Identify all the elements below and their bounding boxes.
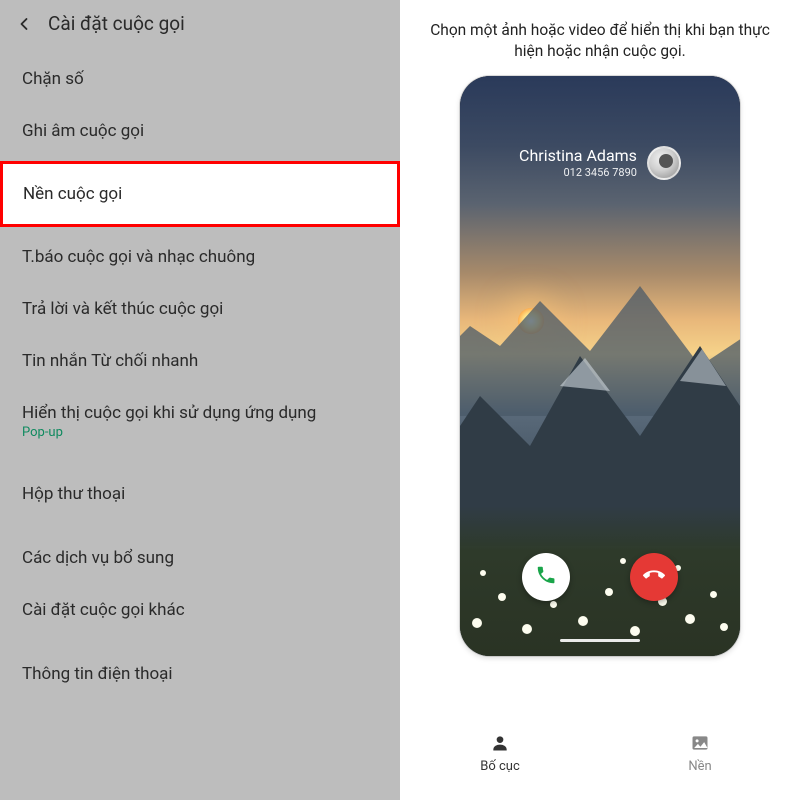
settings-item-label: Trả lời và kết thúc cuộc gọi [22,299,223,319]
settings-item-call-display[interactable]: Hiển thị cuộc gọi khi sử dụng ứng dụng P… [0,387,400,456]
settings-item-other-call[interactable]: Cài đặt cuộc gọi khác [0,584,400,636]
settings-item-label: Các dịch vụ bổ sung [22,548,174,568]
call-buttons [460,553,740,601]
settings-item-label: Thông tin điện thoại [22,664,173,684]
nav-label: Nền [688,759,711,774]
caller-name: Christina Adams [519,146,637,165]
image-icon [689,732,711,754]
settings-item-quick-decline[interactable]: Tin nhắn Từ chối nhanh [0,335,400,387]
phone-preview[interactable]: Christina Adams 012 3456 7890 [460,76,740,656]
settings-item-phone-info[interactable]: Thông tin điện thoại [0,648,400,700]
nav-layout[interactable]: Bố cục [400,732,600,774]
settings-item-sublabel: Pop-up [22,425,378,440]
settings-item-label: Hiển thị cuộc gọi khi sử dụng ứng dụng [22,403,316,423]
settings-item-label: Nền cuộc gọi [23,184,122,204]
settings-panel: Cài đặt cuộc gọi Chặn số Ghi âm cuộc gọi… [0,0,400,800]
home-indicator[interactable] [560,639,640,642]
settings-item-call-background[interactable]: Nền cuộc gọi [0,161,400,227]
avatar [647,146,681,180]
settings-item-answer-end[interactable]: Trả lời và kết thúc cuộc gọi [0,283,400,335]
bottom-nav: Bố cục Nền [400,722,800,800]
settings-item-label: Tin nhắn Từ chối nhanh [22,351,198,371]
decline-call-button[interactable] [630,553,678,601]
settings-item-block-numbers[interactable]: Chặn số [0,53,400,105]
person-icon [489,732,511,754]
settings-item-voicemail[interactable]: Hộp thư thoại [0,468,400,520]
accept-call-button[interactable] [522,553,570,601]
instruction-text: Chọn một ảnh hoặc video để hiển thị khi … [400,0,800,76]
settings-item-supplementary[interactable]: Các dịch vụ bổ sung [0,532,400,584]
phone-accept-icon [535,564,557,590]
nav-label: Bố cục [480,759,520,774]
settings-header: Cài đặt cuộc gọi [0,0,400,47]
back-icon[interactable] [14,14,34,34]
settings-item-label: Hộp thư thoại [22,484,125,504]
settings-item-label: Chặn số [22,69,84,89]
settings-item-label: T.báo cuộc gọi và nhạc chuông [22,247,255,267]
settings-item-ringtones[interactable]: T.báo cuộc gọi và nhạc chuông [0,231,400,283]
background-panel: Chọn một ảnh hoặc video để hiển thị khi … [400,0,800,800]
caller-info: Christina Adams 012 3456 7890 [460,146,740,180]
settings-item-label: Cài đặt cuộc gọi khác [22,600,185,620]
caller-number: 012 3456 7890 [519,166,637,179]
settings-item-call-recording[interactable]: Ghi âm cuộc gọi [0,105,400,157]
page-title: Cài đặt cuộc gọi [48,12,185,35]
phone-decline-icon [643,564,665,590]
nav-background[interactable]: Nền [600,732,800,774]
settings-item-label: Ghi âm cuộc gọi [22,121,144,141]
settings-list: Chặn số Ghi âm cuộc gọi Nền cuộc gọi T.b… [0,47,400,700]
